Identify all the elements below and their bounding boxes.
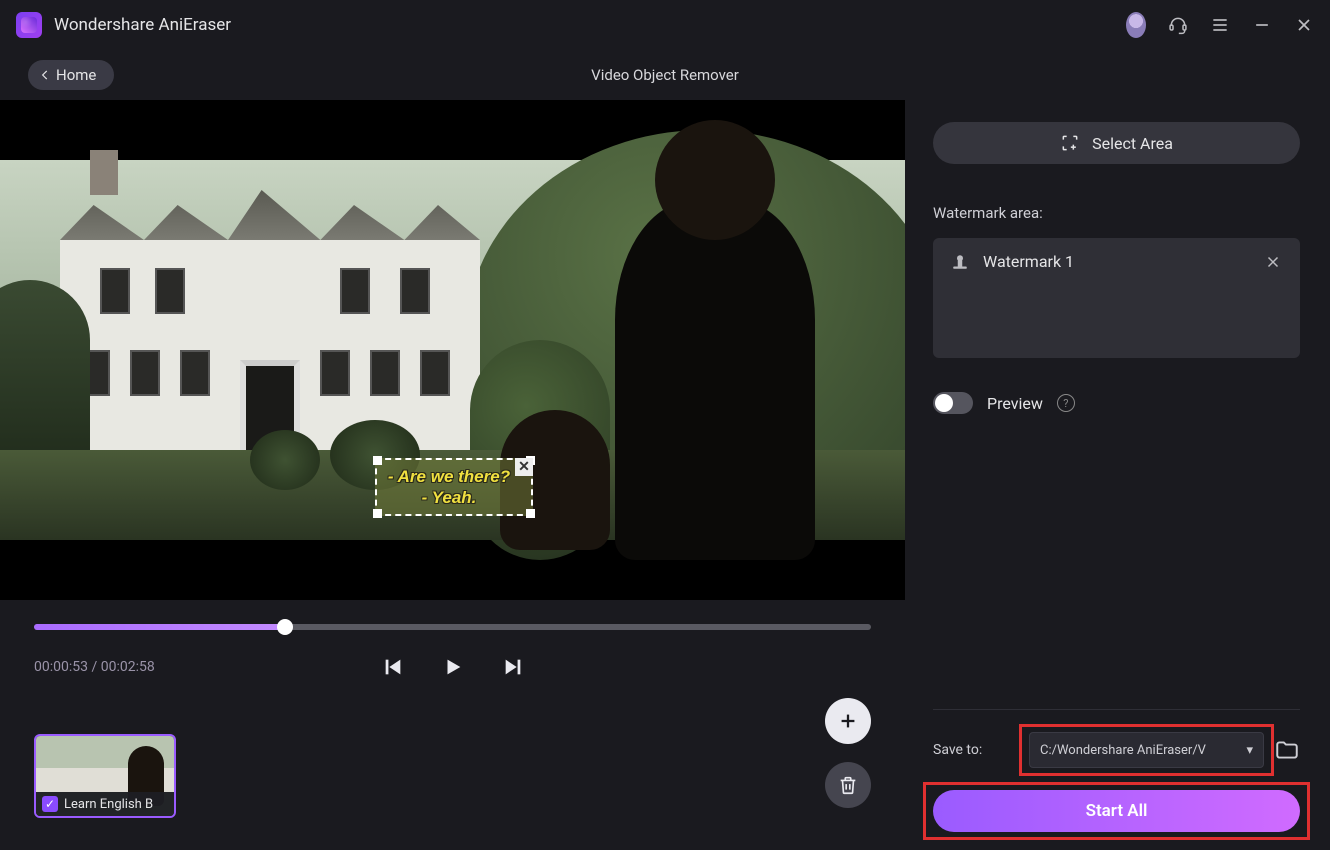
selection-icon [1060, 133, 1080, 153]
home-label: Home [56, 66, 96, 84]
chevron-left-icon [38, 68, 52, 82]
add-clip-button[interactable] [825, 698, 871, 744]
next-frame-button[interactable] [502, 656, 524, 678]
watermark-name: Watermark 1 [983, 252, 1250, 271]
home-button[interactable]: Home [28, 60, 114, 90]
play-button[interactable] [442, 656, 464, 678]
resize-handle-br[interactable] [526, 509, 535, 518]
timecode: 00:00:53 / 00:02:58 [34, 659, 155, 675]
caret-down-icon: ▾ [1240, 743, 1253, 758]
page-title: Video Object Remover [591, 66, 739, 84]
resize-handle-bl[interactable] [373, 509, 382, 518]
save-path-dropdown[interactable]: C:/Wondershare AniEraser/V ▾ [1029, 732, 1264, 768]
watermark-list: Watermark 1 [933, 238, 1300, 358]
subtitle-overlay: - Are we there? - Yeah. [385, 466, 513, 509]
resize-handle-tl[interactable] [373, 456, 382, 465]
app-title: Wondershare AniEraser [54, 15, 231, 35]
watermark-remove-button[interactable] [1264, 253, 1282, 271]
selection-box[interactable]: - Are we there? - Yeah. ✕ [375, 458, 533, 516]
clip-checkbox[interactable]: ✓ [42, 796, 58, 812]
watermark-item[interactable]: Watermark 1 [933, 238, 1300, 286]
divider [933, 709, 1300, 710]
clip-thumbnail[interactable]: ✓ Learn English B [34, 734, 176, 818]
side-panel: Select Area Watermark area: Watermark 1 … [905, 100, 1330, 850]
app-logo [16, 12, 42, 38]
start-all-button[interactable]: Start All [933, 790, 1300, 832]
video-canvas[interactable]: - Are we there? - Yeah. ✕ [0, 100, 905, 600]
save-path-value: C:/Wondershare AniEraser/V [1040, 743, 1206, 758]
support-icon[interactable] [1168, 15, 1188, 35]
open-folder-button[interactable] [1274, 737, 1300, 763]
subheader: Home Video Object Remover [0, 50, 1330, 100]
timeline: 00:00:53 / 00:02:58 [0, 600, 905, 678]
titlebar: Wondershare AniEraser [0, 0, 1330, 50]
editor-left: - Are we there? - Yeah. ✕ 00:00:53 / 00:… [0, 100, 905, 850]
save-to-label: Save to: [933, 742, 1019, 758]
selection-close-button[interactable]: ✕ [515, 458, 533, 476]
watermark-stamp-icon [951, 253, 969, 271]
select-area-button[interactable]: Select Area [933, 122, 1300, 164]
seek-thumb[interactable] [277, 619, 293, 635]
save-row: Save to: C:/Wondershare AniEraser/V ▾ [933, 732, 1300, 768]
help-icon[interactable]: ? [1057, 394, 1075, 412]
close-window-button[interactable] [1294, 15, 1314, 35]
minimize-button[interactable] [1252, 15, 1272, 35]
preview-toggle[interactable] [933, 392, 973, 414]
avatar[interactable] [1126, 15, 1146, 35]
preview-label: Preview [987, 394, 1043, 413]
start-all-label: Start All [1086, 801, 1148, 821]
delete-clip-button[interactable] [825, 762, 871, 808]
menu-icon[interactable] [1210, 15, 1230, 35]
clips-row: ✓ Learn English B [0, 678, 905, 826]
preview-row: Preview ? [933, 392, 1300, 414]
select-area-label: Select Area [1092, 134, 1173, 153]
seek-track[interactable] [34, 624, 871, 630]
seek-fill [34, 624, 285, 630]
prev-frame-button[interactable] [382, 656, 404, 678]
watermark-section-label: Watermark area: [933, 204, 1300, 222]
clip-filename: Learn English B [64, 797, 153, 812]
